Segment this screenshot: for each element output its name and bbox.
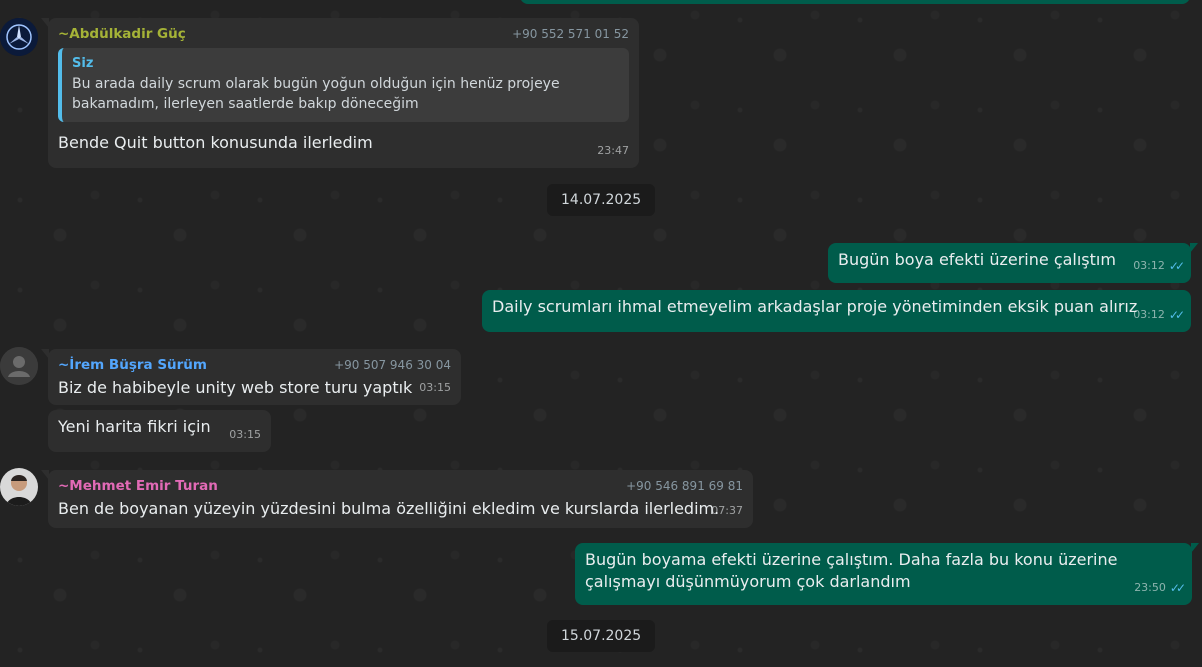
default-user-icon <box>0 347 38 385</box>
profile-photo-icon <box>0 468 38 506</box>
message-text: Bende Quit button konusunda ilerledim <box>58 133 373 152</box>
message-time: 03:15 <box>419 381 451 394</box>
sender-name[interactable]: ~Mehmet Emir Turan <box>58 476 218 496</box>
message-text: Daily scrumları ihmal etmeyelim arkadaşl… <box>492 297 1138 316</box>
date-separator: 15.07.2025 <box>547 620 656 652</box>
sender-phone: +90 546 891 69 81 <box>626 479 743 493</box>
outgoing-message[interactable]: Daily scrumları ihmal etmeyelim arkadaşl… <box>482 290 1191 332</box>
sender-name[interactable]: ~Abdülkadir Güç <box>58 24 186 44</box>
avatar-mehmet[interactable] <box>0 468 38 506</box>
quote-text: Bu arada daily scrum olarak bugün yoğun … <box>72 76 560 112</box>
sender-phone: +90 552 571 01 52 <box>512 27 629 41</box>
sender-phone: +90 507 946 30 04 <box>334 358 451 372</box>
quote-author: Siz <box>72 56 94 71</box>
message-text: Bugün boya efekti üzerine çalıştım <box>838 250 1116 269</box>
avatar-irem[interactable] <box>0 347 38 385</box>
message-time: 23:50 <box>1134 581 1166 594</box>
sender-name[interactable]: ~İrem Büşra Sürüm <box>58 355 207 375</box>
message-text: Bugün boyama efekti üzerine çalıştım. Da… <box>585 550 1118 591</box>
previous-outgoing-message[interactable] <box>520 0 1190 4</box>
quoted-message[interactable]: Siz Bu arada daily scrum olarak bugün yo… <box>58 48 629 122</box>
message-time: 07:37 <box>711 504 743 517</box>
message-irem-followup[interactable]: Yeni harita fikri için 03:15 <box>48 410 271 452</box>
message-time: 03:12 <box>1133 259 1165 272</box>
message-abdulkadir[interactable]: ~Abdülkadir Güç +90 552 571 01 52 Siz Bu… <box>41 18 639 168</box>
read-ticks-icon: ✓✓ <box>1168 259 1185 273</box>
message-time: 23:47 <box>597 144 629 157</box>
avatar-abdulkadir[interactable] <box>0 18 38 56</box>
message-time: 03:15 <box>229 428 261 441</box>
message-text: Biz de habibeyle unity web store turu ya… <box>58 378 413 397</box>
date-separator: 14.07.2025 <box>547 184 656 216</box>
message-time: 03:12 <box>1133 308 1165 321</box>
mercedes-logo-icon <box>0 18 38 56</box>
outgoing-message[interactable]: Bugün boya efekti üzerine çalıştım 03:12… <box>828 243 1198 283</box>
message-mehmet[interactable]: ~Mehmet Emir Turan +90 546 891 69 81 Ben… <box>41 470 753 528</box>
outgoing-message[interactable]: Bugün boyama efekti üzerine çalıştım. Da… <box>575 543 1199 605</box>
message-irem[interactable]: ~İrem Büşra Sürüm +90 507 946 30 04 Biz … <box>41 349 461 405</box>
read-ticks-icon: ✓✓ <box>1169 581 1186 595</box>
read-ticks-icon: ✓✓ <box>1168 308 1185 322</box>
message-text: Ben de boyanan yüzeyin yüzdesini bulma ö… <box>58 499 720 518</box>
